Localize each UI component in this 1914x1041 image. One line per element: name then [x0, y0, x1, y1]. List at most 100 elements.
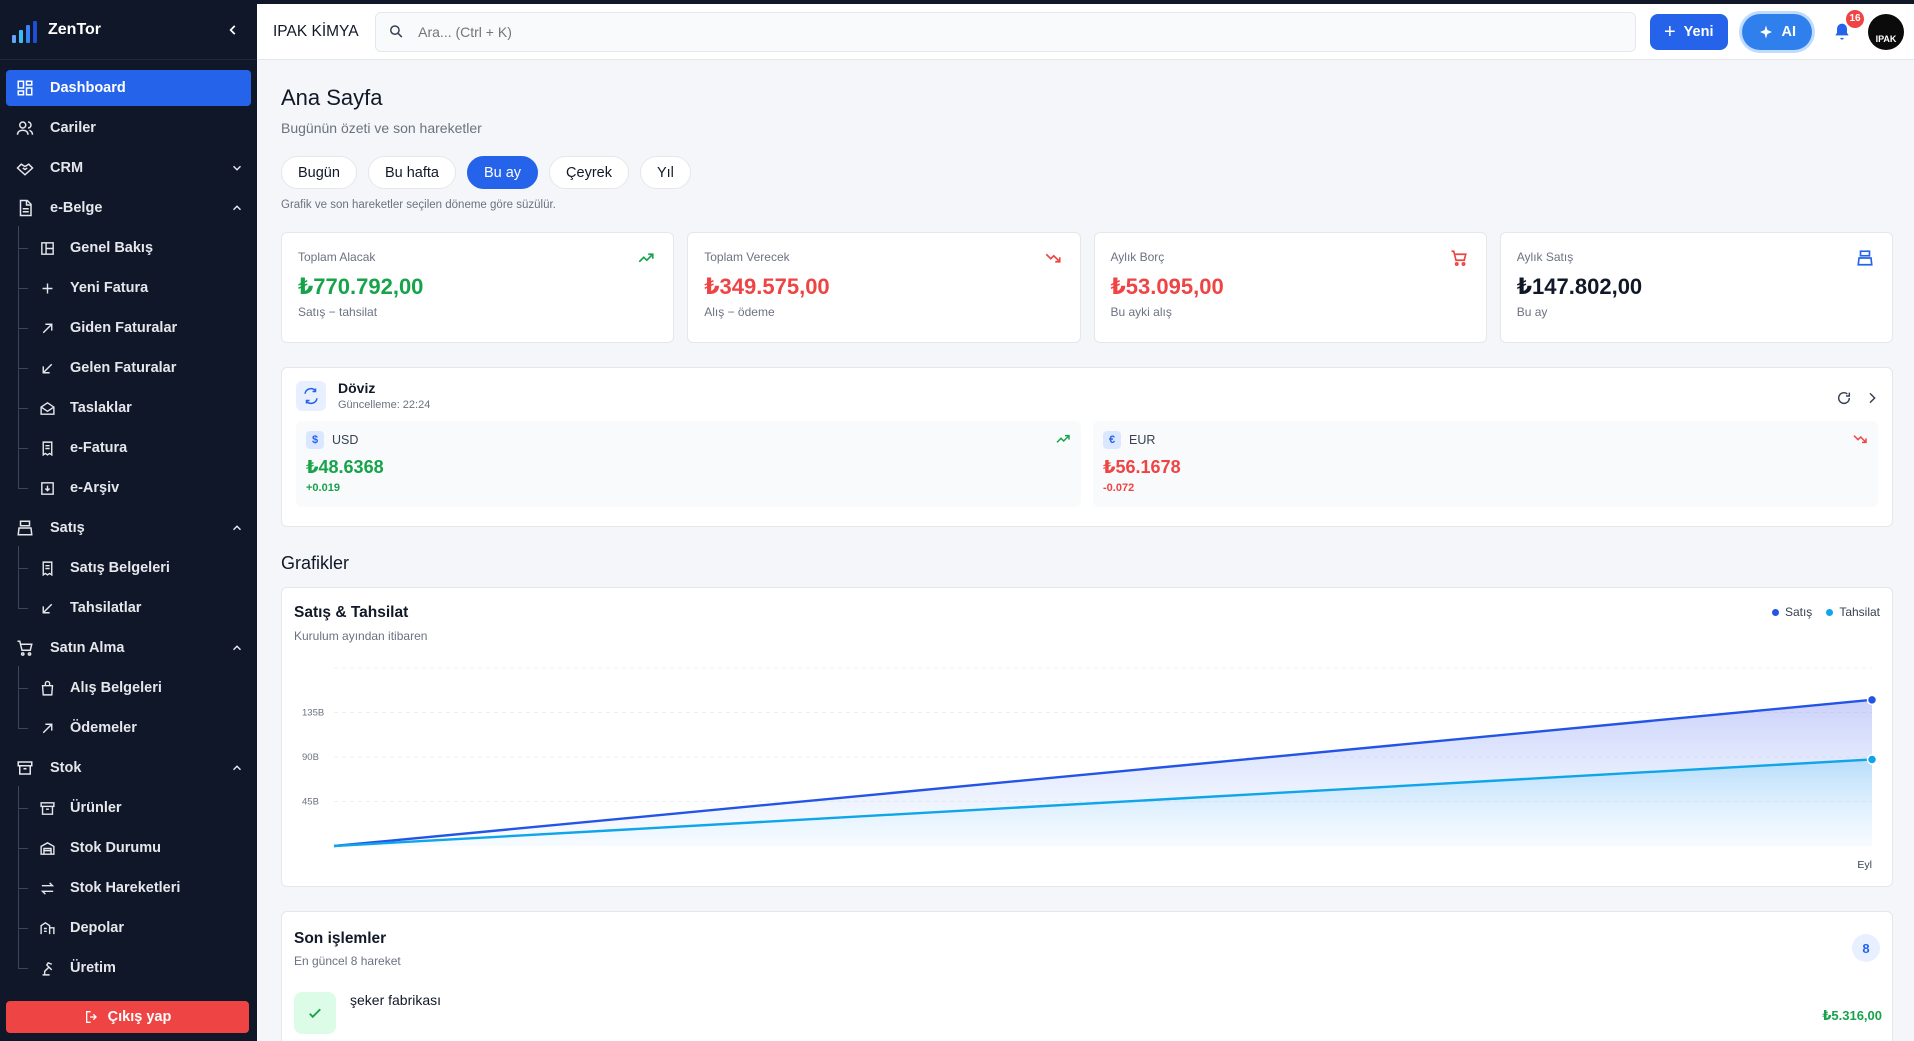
kpi-card-aylik-satis[interactable]: Aylık Satış ₺147.802,00 Bu ay — [1499, 232, 1893, 343]
dollar-icon: $ — [306, 431, 324, 449]
currency-value: ₺56.1678 — [1103, 457, 1181, 477]
sidebar-item-crm[interactable]: CRM — [6, 150, 251, 186]
sidebar-item-e-fatura[interactable]: e-Fatura — [6, 426, 251, 470]
sidebar-item-yeni-fatura[interactable]: Yeni Fatura — [6, 266, 251, 310]
sidebar-item-stok-durumu[interactable]: Stok Durumu — [6, 826, 251, 870]
arrow-down-left-icon — [36, 358, 58, 378]
sidebar-item-taslaklar[interactable]: Taslaklar — [6, 386, 251, 430]
sidebar-item-alis-belgeleri[interactable]: Alış Belgeleri — [6, 666, 251, 710]
envelope-open-icon — [36, 398, 58, 418]
sidebar-item-label: Tahsilatlar — [70, 600, 142, 616]
sidebar-item-cariler[interactable]: Cariler — [6, 110, 251, 146]
kpi-label: Toplam Alacak — [298, 250, 376, 264]
page-title: Ana Sayfa — [281, 85, 383, 110]
arrow-up-right-icon — [36, 318, 58, 338]
building-icon — [36, 918, 58, 938]
check-icon — [294, 992, 336, 1034]
legend-item-satis[interactable]: Satış — [1771, 605, 1813, 619]
sidebar-item-genel-bakis[interactable]: Genel Bakış — [6, 226, 251, 270]
sales-chart-card: 45B 90B 135B Eyl Satış & Tahsilat Kurulum a… — [281, 587, 1893, 887]
tab-bu-hafta[interactable]: Bu hafta — [367, 156, 456, 189]
sidebar-item-label: Alış Belgeleri — [70, 680, 162, 696]
sidebar-item-label: Stok Durumu — [70, 840, 162, 856]
brand-logo-icon — [12, 17, 38, 43]
x-tick-label: Eyl — [1857, 859, 1872, 871]
sidebar-item-label: Depolar — [70, 920, 124, 936]
sidebar-item-satis-belgeleri[interactable]: Satış Belgeleri — [6, 546, 251, 590]
sidebar-item-label: Üretim — [70, 960, 116, 976]
main-content: Ana Sayfa Bugünün özeti ve son hareketle… — [281, 60, 1893, 1041]
currency-delta: -0.072 — [1103, 482, 1135, 494]
legend-label: Tahsilat — [1839, 605, 1880, 619]
overview-icon — [36, 238, 58, 258]
currency-rate-usd[interactable]: $ USD ₺48.6368 +0.019 — [296, 421, 1081, 507]
transaction-name: şeker fabrikası — [350, 992, 442, 1008]
sidebar-item-label: CRM — [50, 160, 84, 176]
search-input[interactable] — [418, 23, 1623, 40]
sidebar-item-uretim[interactable]: Üretim — [6, 946, 251, 986]
company-name[interactable]: IPAK KİMYA — [273, 23, 359, 41]
ai-button-label: AI — [1781, 23, 1797, 40]
kpi-card-toplam-alacak[interactable]: Toplam Alacak ₺770.792,00 Satış − tahsil… — [281, 232, 675, 343]
tab-bu-ay[interactable]: Bu ay — [466, 156, 539, 189]
sidebar-item-dashboard[interactable]: Dashboard — [6, 70, 251, 106]
transaction-amount: ₺5.316,00 — [1822, 1008, 1882, 1023]
tab-yil[interactable]: Yıl — [639, 156, 691, 189]
sidebar-item-stok[interactable]: Stok — [6, 750, 251, 786]
refresh-icon[interactable] — [1836, 390, 1852, 406]
logout-button[interactable]: Çıkış yap — [6, 1001, 249, 1033]
sidebar-item-giden-faturalar[interactable]: Giden Faturalar — [6, 306, 251, 350]
sidebar-item-label: Stok Hareketleri — [70, 880, 181, 896]
logout-icon — [85, 1011, 97, 1023]
currency-rate-eur[interactable]: € EUR ₺56.1678 -0.072 — [1093, 421, 1878, 507]
sidebar-item-odemeler[interactable]: Ödemeler — [6, 706, 251, 746]
chevron-up-icon[interactable] — [229, 640, 245, 656]
ai-button[interactable]: AI — [1741, 13, 1812, 50]
chevron-up-icon[interactable] — [229, 200, 245, 216]
sidebar-item-satis[interactable]: Satış — [6, 510, 251, 546]
avatar[interactable]: IPAK — [1868, 13, 1904, 50]
sidebar-item-label: e-Fatura — [70, 440, 128, 456]
search-icon — [389, 25, 402, 38]
page-subtitle: Bugünün özeti ve son hareketler — [281, 120, 482, 136]
logout-label: Çıkış yap — [107, 1009, 172, 1025]
sidebar-item-e-arsiv[interactable]: e-Arşiv — [6, 466, 251, 506]
sidebar-item-depolar[interactable]: Depolar — [6, 906, 251, 950]
charts-section-title: Grafikler — [281, 553, 350, 573]
currency-title: Döviz — [338, 380, 376, 396]
chart-subtitle: Kurulum ayından itibaren — [294, 629, 428, 643]
chevron-down-icon[interactable] — [229, 160, 245, 176]
new-button[interactable]: + Yeni — [1649, 13, 1728, 50]
notifications-button[interactable]: 16 — [1830, 9, 1864, 44]
legend-label: Satış — [1784, 605, 1813, 619]
kpi-card-toplam-verecek[interactable]: Toplam Verecek ₺349.575,00 Alış − ödeme — [687, 232, 1081, 343]
y-tick-label: 135B — [302, 708, 324, 719]
plus-icon — [36, 278, 58, 298]
kpi-card-aylik-borc[interactable]: Aylık Borç ₺53.095,00 Bu ayki alış — [1093, 232, 1487, 343]
warehouse-icon — [36, 838, 58, 858]
kpi-value: ₺53.095,00 — [1110, 274, 1224, 299]
register-icon — [1856, 249, 1876, 269]
tab-ceyrek[interactable]: Çeyrek — [549, 156, 629, 189]
exchange-icon — [296, 380, 326, 411]
sidebar-item-label: Satış — [50, 520, 85, 536]
sales-chart: 45B 90B 135B Eyl — [302, 667, 1878, 871]
sidebar-item-satin-alma[interactable]: Satın Alma — [6, 630, 251, 666]
transaction-row[interactable]: şeker fabrikası ₺5.316,00 — [294, 992, 1882, 1034]
sidebar-item-urunler[interactable]: Ürünler — [6, 786, 251, 830]
chevron-up-icon[interactable] — [229, 520, 245, 536]
chevron-up-icon[interactable] — [229, 760, 245, 776]
legend-item-tahsilat[interactable]: Tahsilat — [1826, 605, 1880, 619]
sidebar-item-stok-hareketleri[interactable]: Stok Hareketleri — [6, 866, 251, 910]
dashboard-icon — [14, 78, 36, 98]
users-icon — [14, 118, 36, 138]
kpi-value: ₺147.802,00 — [1516, 274, 1643, 299]
currency-code: EUR — [1129, 433, 1156, 447]
sidebar-item-tahsilatlar[interactable]: Tahsilatlar — [6, 586, 251, 626]
sidebar-item-e-belge[interactable]: e-Belge — [6, 190, 251, 226]
tab-bugun[interactable]: Bugün — [281, 156, 357, 189]
chevron-right-icon[interactable] — [1864, 390, 1880, 406]
collapse-sidebar-button[interactable] — [221, 18, 245, 42]
search-box[interactable] — [374, 11, 1636, 52]
sidebar-item-gelen-faturalar[interactable]: Gelen Faturalar — [6, 346, 251, 390]
